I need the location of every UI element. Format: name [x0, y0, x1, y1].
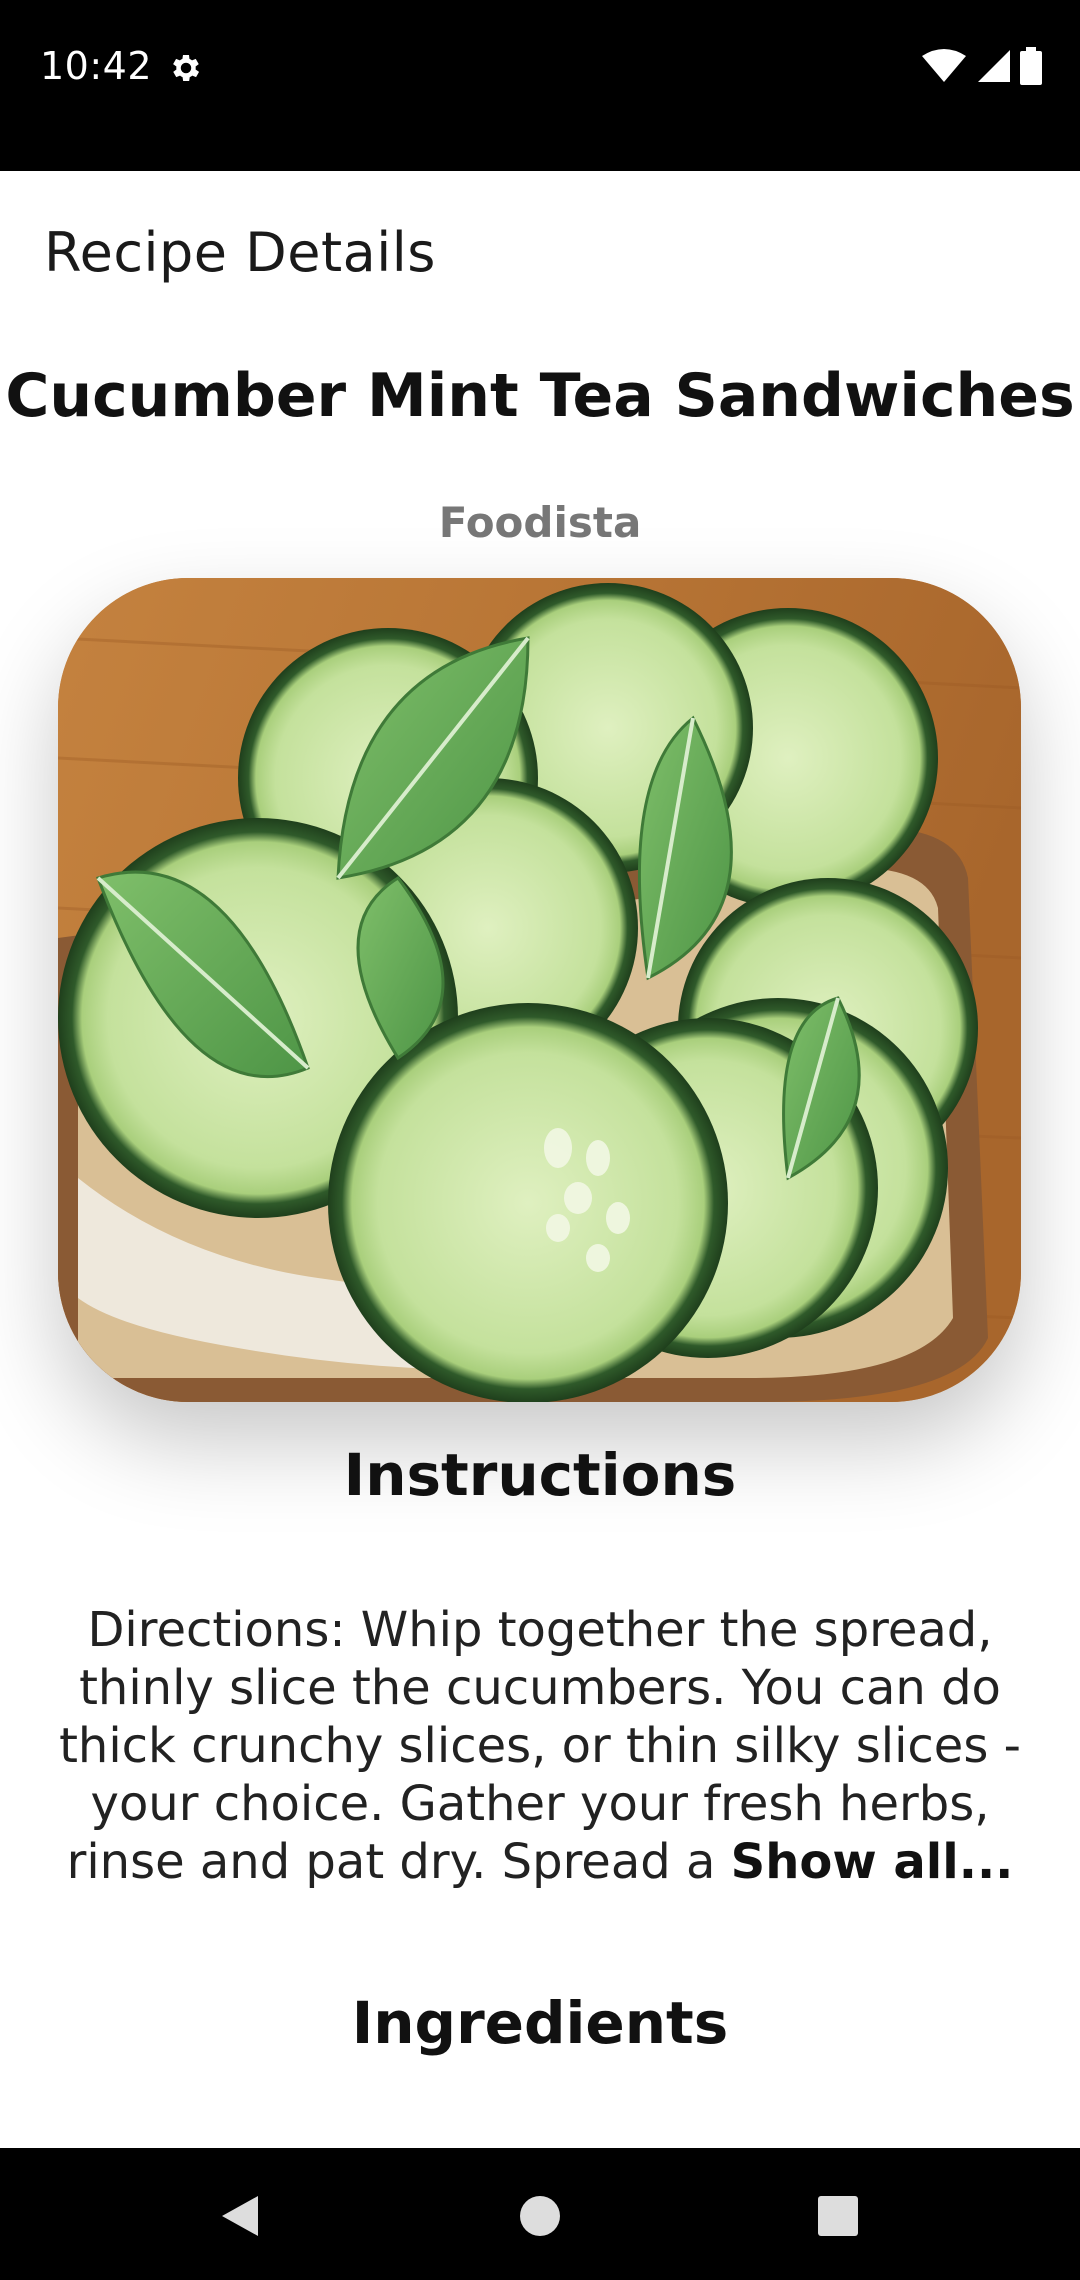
screen-title: Recipe Details	[44, 221, 436, 284]
navigation-bar	[0, 2148, 1080, 2280]
home-icon[interactable]	[512, 2188, 568, 2244]
gear-icon	[168, 50, 204, 86]
recents-icon[interactable]	[810, 2188, 866, 2244]
recipe-name: Cucumber Mint Tea Sandwiches	[5, 361, 1075, 431]
battery-icon	[1020, 46, 1042, 90]
signal-icon	[976, 48, 1010, 89]
instructions-text: Directions: Whip together the spread, th…	[50, 1601, 1030, 1891]
status-time: 10:42	[40, 44, 153, 88]
recipe-detail-screen: Recipe Details Cucumber Mint Tea Sandwic…	[0, 171, 1080, 2148]
phone-screen: 10:42 Recipe Details Cucumber Mint Tea S…	[0, 0, 1080, 2280]
ingredients-heading: Ingredients	[351, 1989, 729, 2057]
back-icon[interactable]	[212, 2188, 268, 2244]
status-bar: 10:42	[0, 0, 1080, 171]
wifi-icon	[922, 48, 966, 89]
instructions-heading: Instructions	[343, 1441, 737, 1509]
cucumber-mint-sandwich-photo	[58, 578, 1021, 1402]
show-all-link[interactable]: Show all...	[731, 1834, 1014, 1890]
status-icons	[922, 46, 1042, 90]
recipe-source: Foodista	[438, 498, 642, 547]
recipe-image	[58, 578, 1021, 1402]
